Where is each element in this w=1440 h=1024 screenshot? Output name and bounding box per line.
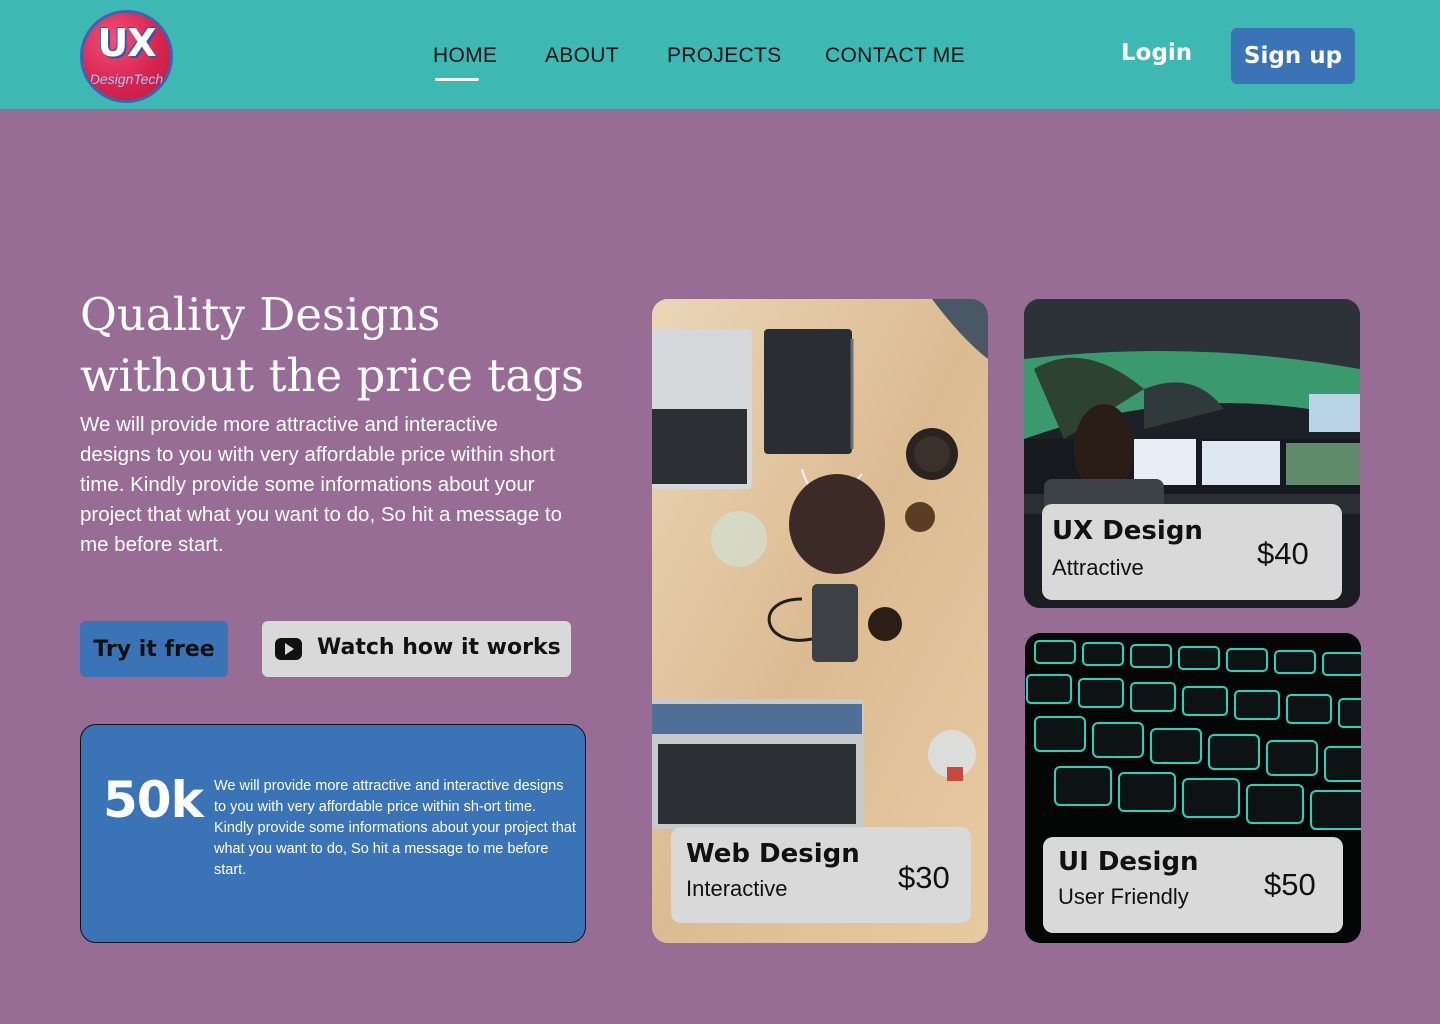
hero-title: Quality Designs without the price tags [80, 288, 585, 402]
stat-description: We will provide more attractive and inte… [214, 778, 576, 878]
watch-how-it-works-button[interactable]: Watch how it works [262, 621, 571, 677]
logo-sub-text: DesignTech [89, 71, 164, 87]
ux-design-label: UX Design Attractive $40 [1042, 504, 1342, 600]
nav-home-link[interactable]: HOME [433, 44, 497, 68]
card-subtitle: Attractive [1052, 555, 1144, 580]
signup-button[interactable]: Sign up [1231, 28, 1355, 84]
card-subtitle: User Friendly [1058, 884, 1189, 909]
card-title: Web Design [686, 839, 860, 869]
card-subtitle: Interactive [686, 876, 788, 901]
card-title: UI Design [1058, 847, 1199, 877]
web-design-card[interactable]: Web Design Interactive $30 [652, 299, 988, 943]
try-free-button[interactable]: Try it free [80, 621, 228, 677]
card-price: $40 [1257, 536, 1309, 571]
play-icon [275, 638, 302, 660]
nav-active-indicator [435, 78, 479, 81]
hero-description: We will provide more attractive and inte… [80, 413, 563, 556]
brand-logo[interactable]: UX DesignTech [80, 10, 173, 103]
ux-design-card[interactable]: UX Design Attractive $40 [1024, 299, 1360, 608]
web-design-label: Web Design Interactive $30 [671, 827, 971, 923]
stats-card: 50k We will provide more attractive and … [80, 724, 586, 943]
nav-projects-link[interactable]: PROJECTS [667, 44, 781, 68]
top-navbar: UX DesignTech HOME ABOUT PROJECTS CONTAC… [0, 0, 1440, 109]
nav-contact-link[interactable]: CONTACT ME [825, 44, 965, 68]
stat-number: 50k [103, 771, 204, 829]
nav-about-link[interactable]: ABOUT [545, 44, 619, 68]
login-link[interactable]: Login [1121, 40, 1192, 66]
ui-design-card[interactable]: UI Design User Friendly $50 [1025, 633, 1361, 943]
logo-main-text: UX [97, 21, 156, 65]
ui-design-label: UI Design User Friendly $50 [1043, 837, 1343, 933]
card-title: UX Design [1052, 516, 1203, 546]
card-price: $50 [1264, 867, 1316, 902]
card-price: $30 [898, 860, 950, 895]
watch-button-label: Watch how it works [317, 635, 561, 660]
